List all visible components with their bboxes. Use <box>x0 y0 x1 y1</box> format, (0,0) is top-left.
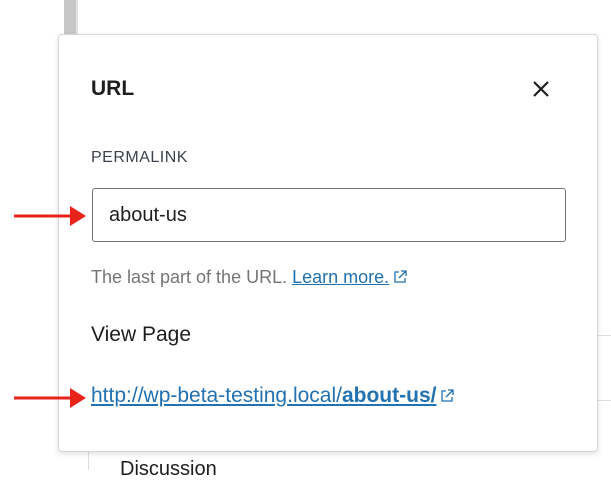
view-page-label: View Page <box>91 323 192 346</box>
divider <box>598 400 611 401</box>
scrollbar[interactable] <box>64 0 78 36</box>
help-text: The last part of the URL. <box>91 267 288 287</box>
url-popover: URL PERMALINK The last part of the URL. … <box>58 34 598 452</box>
url-slug: about-us/ <box>341 384 437 407</box>
divider <box>598 335 611 336</box>
permalink-help: The last part of the URL. Learn more. <box>91 267 407 288</box>
permalink-label: PERMALINK <box>91 149 188 166</box>
annotation-arrow-icon <box>14 206 86 226</box>
external-link-icon <box>394 270 407 283</box>
url-prefix: http://wp-beta-testing.local/ <box>91 384 342 407</box>
external-link-icon <box>441 389 455 402</box>
annotation-arrow-icon <box>14 388 86 408</box>
permalink-input[interactable] <box>92 188 566 242</box>
divider <box>58 452 89 470</box>
close-button[interactable] <box>527 75 555 103</box>
popover-title: URL <box>91 77 135 100</box>
learn-more-label: Learn more. <box>292 267 390 287</box>
learn-more-link[interactable]: Learn more. <box>292 267 389 287</box>
close-icon <box>533 81 549 97</box>
view-page-url: http://wp-beta-testing.local/about-us/ <box>91 384 455 408</box>
view-page-link[interactable]: http://wp-beta-testing.local/about-us/ <box>91 384 436 407</box>
